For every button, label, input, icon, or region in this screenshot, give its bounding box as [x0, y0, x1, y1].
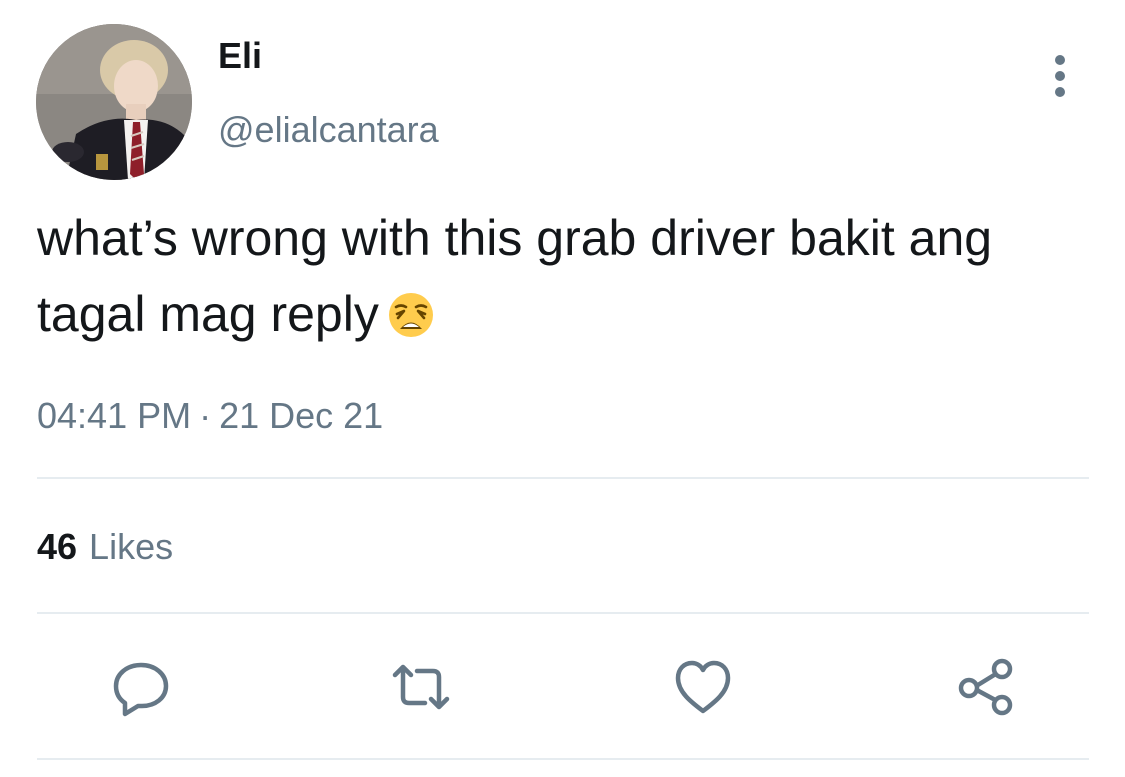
more-vertical-icon-dot-3 — [1055, 87, 1065, 97]
heart-icon — [675, 660, 731, 714]
retweet-button[interactable] — [391, 657, 451, 717]
divider — [37, 477, 1089, 479]
share-icon — [958, 658, 1013, 716]
divider — [37, 758, 1089, 760]
tweet-time: 04:41 PM — [37, 395, 192, 436]
tweet-text: what’s wrong with this grab driver bakit… — [37, 200, 1087, 359]
more-vertical-icon-dot-2 — [1055, 71, 1065, 81]
likes-label: Likes — [89, 526, 174, 567]
tweet-timestamp[interactable]: 04:41 PM · 21 Dec 21 — [37, 398, 383, 434]
retweet-icon — [392, 664, 450, 710]
reply-button[interactable] — [111, 657, 171, 717]
display-name[interactable]: Eli — [218, 38, 262, 74]
likes-count: 46 — [37, 526, 78, 567]
likes-stat[interactable]: 46 Likes — [37, 529, 173, 565]
like-button[interactable] — [673, 657, 733, 717]
reply-icon — [113, 662, 169, 717]
share-button[interactable] — [956, 657, 1016, 717]
tweet-text-content: what’s wrong with this grab driver bakit… — [37, 210, 993, 342]
divider — [37, 612, 1089, 614]
user-handle[interactable]: @elialcantara — [218, 112, 439, 148]
meta-separator: · — [199, 395, 212, 436]
avatar[interactable] — [36, 24, 192, 180]
more-options-button[interactable] — [1048, 55, 1072, 97]
more-vertical-icon-dot-1 — [1055, 55, 1065, 65]
tweet-date: 21 Dec 21 — [219, 395, 384, 436]
weary-face-emoji — [387, 283, 435, 359]
avatar-photo — [36, 24, 192, 180]
